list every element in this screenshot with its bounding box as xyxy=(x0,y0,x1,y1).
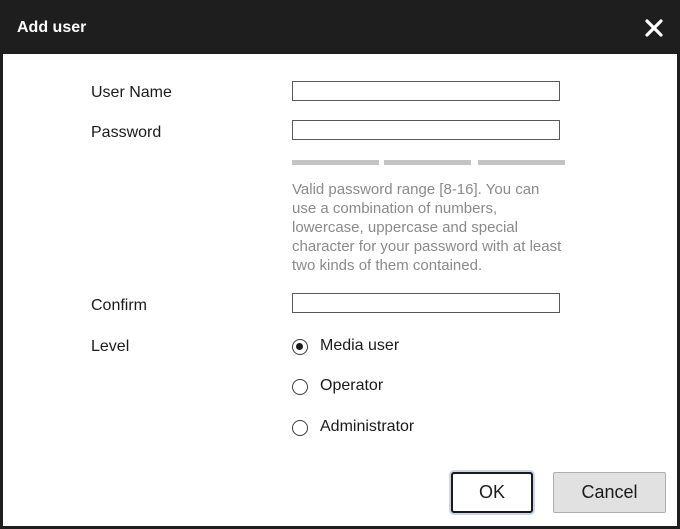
password-hint: Valid password range [8-16]. You can use… xyxy=(292,181,562,274)
ok-button[interactable]: OK xyxy=(451,472,533,513)
cancel-button[interactable]: Cancel xyxy=(553,472,666,513)
radio-button-checked[interactable] xyxy=(292,339,308,355)
username-label: User Name xyxy=(91,84,172,101)
level-option-label: Operator xyxy=(320,377,384,394)
dialog-title: Add user xyxy=(17,19,87,36)
confirm-label: Confirm xyxy=(91,297,148,314)
dialog-titlebar: Add user xyxy=(3,3,677,54)
password-input[interactable] xyxy=(292,120,560,140)
radio-button[interactable] xyxy=(292,379,308,395)
add-user-dialog: Add user User Name Password Valid passwo… xyxy=(0,0,680,529)
radio-button[interactable] xyxy=(292,420,308,436)
confirm-password-input[interactable] xyxy=(292,293,560,313)
strength-segment-strong xyxy=(478,160,565,165)
strength-segment-weak xyxy=(292,160,379,165)
level-option-label: Administrator xyxy=(320,418,415,435)
password-label: Password xyxy=(91,124,162,141)
level-label: Level xyxy=(91,338,130,355)
strength-segment-medium xyxy=(384,160,471,165)
username-input[interactable] xyxy=(292,81,560,101)
close-icon[interactable] xyxy=(641,15,667,41)
level-option-label: Media user xyxy=(320,337,400,354)
